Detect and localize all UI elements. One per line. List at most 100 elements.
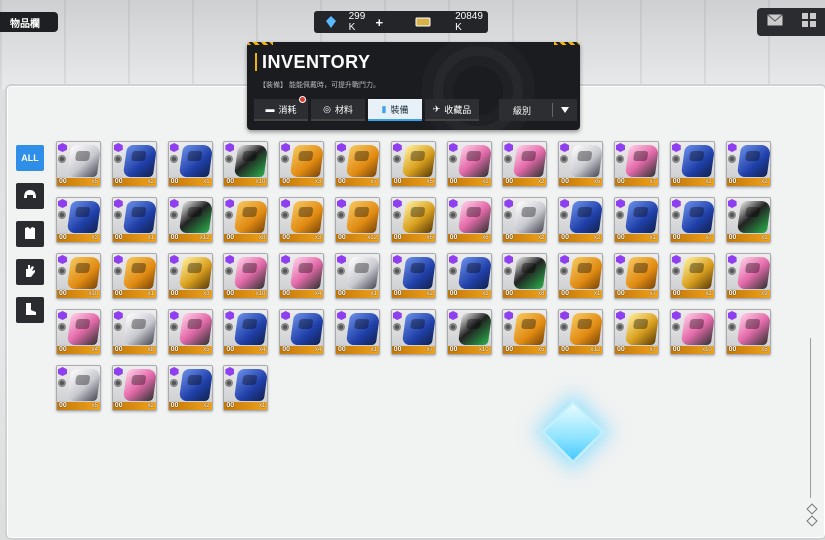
item-count: x3: [203, 291, 210, 297]
item-count: x10: [255, 179, 266, 185]
equipment-art: [736, 257, 770, 289]
item-card[interactable]: 00 x5: [390, 141, 436, 187]
item-card[interactable]: 00 x5: [56, 365, 101, 411]
item-count: x10: [702, 347, 712, 353]
item-card[interactable]: 00 x1: [111, 197, 157, 243]
gear-icon: [58, 211, 66, 219]
item-card[interactable]: 00 x2: [111, 365, 157, 411]
filter-helmet-button[interactable]: [16, 183, 44, 209]
filter-boot-button[interactable]: [16, 297, 44, 323]
item-card[interactable]: 00 x8: [502, 253, 548, 299]
gear-icon: [225, 379, 234, 387]
item-card[interactable]: 00 x8: [223, 197, 269, 243]
item-card[interactable]: 00 x1: [334, 253, 380, 299]
item-card[interactable]: 00 x1: [167, 141, 213, 187]
item-card[interactable]: 00 x5: [56, 141, 101, 187]
filter-glove-button[interactable]: [16, 259, 44, 285]
item-card[interactable]: 00 x2: [502, 197, 548, 243]
currency-energy[interactable]: 299 K +: [314, 11, 383, 33]
item-card[interactable]: 00 x8: [111, 309, 157, 355]
item-count: x5: [426, 179, 433, 185]
item-card[interactable]: 00 x5: [725, 309, 771, 355]
item-card[interactable]: 00 x7: [613, 309, 659, 355]
equipment-art: [680, 145, 714, 177]
sort-dropdown[interactable]: 級別: [499, 99, 577, 121]
item-card[interactable]: 00 x3: [167, 253, 213, 299]
tab-collection[interactable]: ✈ 收藏品: [425, 99, 479, 121]
item-card[interactable]: 00 x10: [56, 253, 101, 299]
item-card[interactable]: 00 x4: [279, 253, 325, 299]
tab-equipment[interactable]: ▮ 裝備: [368, 99, 422, 121]
item-card[interactable]: 00 x6: [446, 197, 492, 243]
scrollbar[interactable]: [810, 338, 811, 498]
item-card[interactable]: 00 x7: [390, 309, 436, 355]
gear-icon: [336, 155, 345, 163]
item-card[interactable]: 00 x3: [279, 197, 325, 243]
item-card[interactable]: 00 x6: [390, 197, 436, 243]
item-card[interactable]: 00 x3: [56, 197, 101, 243]
consumable-icon: ▬: [265, 104, 275, 114]
filter-all-button[interactable]: ALL: [16, 145, 44, 171]
item-level: 00: [505, 178, 514, 185]
gear-icon: [448, 267, 457, 275]
item-card[interactable]: 00 x1: [111, 253, 157, 299]
item-card[interactable]: 00 x2: [111, 141, 157, 187]
menu-title[interactable]: 物品欄: [0, 12, 58, 32]
item-card[interactable]: 00 x9: [725, 253, 771, 299]
equipment-art: [289, 201, 324, 233]
item-card[interactable]: 00 x5: [558, 141, 604, 187]
item-card[interactable]: 00 x10: [223, 253, 269, 299]
item-card[interactable]: 00 x10: [446, 309, 492, 355]
tier-badge-icon: [448, 199, 458, 208]
item-card[interactable]: 00 x10: [669, 309, 715, 355]
item-card[interactable]: 00 x7: [669, 197, 715, 243]
item-card[interactable]: 00 x2: [167, 365, 213, 411]
item-card[interactable]: 00 x7: [334, 141, 380, 187]
item-card[interactable]: 00 x2: [446, 141, 492, 187]
item-count: x4: [259, 347, 266, 353]
item-level: 00: [59, 178, 67, 185]
mail-icon[interactable]: [766, 13, 783, 31]
filter-armor-button[interactable]: [16, 221, 44, 247]
item-card[interactable]: 00 x1: [223, 365, 269, 411]
item-card[interactable]: 00 x5: [167, 309, 213, 355]
item-card[interactable]: 00 x12: [558, 309, 604, 355]
add-currency-button[interactable]: +: [376, 15, 384, 30]
item-count: x4: [314, 291, 322, 297]
item-card[interactable]: 00 x2: [446, 253, 492, 299]
item-card[interactable]: 00 x5: [502, 309, 548, 355]
item-level: 00: [170, 178, 179, 185]
tier-badge-icon: [113, 199, 123, 208]
item-card[interactable]: 00 x4: [279, 309, 325, 355]
item-card[interactable]: 00 x1: [613, 197, 659, 243]
equipment-art: [680, 201, 714, 233]
item-card[interactable]: 00 x2: [669, 253, 715, 299]
item-card[interactable]: 00 x1: [334, 309, 380, 355]
item-card[interactable]: 00 x10: [223, 141, 269, 187]
tab-consumables[interactable]: ▬ 消耗: [254, 96, 308, 121]
gear-icon: [169, 211, 178, 219]
item-card[interactable]: 00 x3: [279, 141, 325, 187]
item-card[interactable]: 00 x2: [669, 141, 715, 187]
item-card[interactable]: 00 x2: [725, 141, 771, 187]
equipment-art: [457, 201, 491, 233]
item-card[interactable]: 00 x7: [613, 253, 659, 299]
item-card[interactable]: 00 x7: [613, 141, 659, 187]
gear-icon: [504, 155, 513, 163]
item-card[interactable]: 00 x2: [390, 253, 436, 299]
item-card[interactable]: 00 x2: [558, 197, 604, 243]
item-card[interactable]: 00 x2: [502, 141, 548, 187]
gear-icon: [448, 155, 457, 163]
currency-bar: 299 K + 20849 K: [314, 11, 488, 33]
item-card[interactable]: 00 x4: [223, 309, 269, 355]
item-card[interactable]: 00 x4: [56, 309, 101, 355]
item-level: 00: [114, 402, 123, 409]
item-card[interactable]: 00 x12: [167, 197, 213, 243]
equipment-art: [513, 145, 547, 177]
item-card[interactable]: 00 x12: [334, 197, 380, 243]
grid-menu-icon[interactable]: [801, 12, 816, 32]
item-card[interactable]: 00 x1: [725, 197, 771, 243]
item-card[interactable]: 00 x1: [558, 253, 604, 299]
tab-materials[interactable]: ◎ 材料: [311, 99, 365, 121]
item-level: 00: [282, 178, 290, 185]
